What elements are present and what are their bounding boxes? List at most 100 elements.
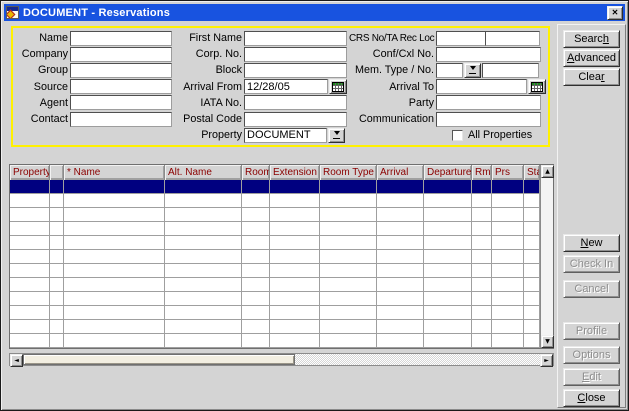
vertical-scrollbar[interactable]: ▲ ▼: [540, 165, 553, 348]
search-button[interactable]: Search: [563, 30, 620, 48]
advanced-button[interactable]: Advanced: [563, 49, 620, 67]
table-cell: [64, 278, 165, 291]
mem-type-dropdown-button[interactable]: [464, 63, 481, 78]
app-icon: [6, 6, 19, 19]
column-header-blank[interactable]: [50, 165, 64, 180]
column-header-extension[interactable]: Extension: [270, 165, 320, 180]
mem-no-input[interactable]: [482, 63, 539, 78]
table-row-selected[interactable]: [10, 180, 540, 194]
scroll-left-button[interactable]: ◄: [10, 354, 23, 367]
column-header-alt-name[interactable]: Alt. Name: [165, 165, 242, 180]
button-label: dvanced: [574, 52, 616, 64]
table-row[interactable]: [10, 264, 540, 278]
horizontal-scrollbar[interactable]: ◄ ►: [9, 353, 554, 366]
arrival-from-calendar-button[interactable]: [329, 79, 347, 94]
corp-no-input[interactable]: [244, 47, 347, 62]
arrival-from-input[interactable]: [244, 79, 328, 94]
postal-code-input[interactable]: [244, 112, 347, 127]
table-cell: [524, 264, 540, 277]
scroll-down-button[interactable]: ▼: [541, 335, 554, 348]
column-header-arrival[interactable]: Arrival: [377, 165, 424, 180]
arrival-to-label: Arrival To: [349, 81, 434, 93]
table-cell: [242, 222, 270, 235]
column-header-room[interactable]: Room: [242, 165, 270, 180]
table-row[interactable]: [10, 236, 540, 250]
column-header-departure[interactable]: Departure: [424, 165, 472, 180]
options-button: Options: [563, 346, 620, 364]
table-row[interactable]: [10, 208, 540, 222]
table-cell: [472, 292, 492, 305]
conf-cxl-no-input[interactable]: [436, 47, 541, 62]
table-cell: [472, 334, 492, 347]
table-row[interactable]: [10, 194, 540, 208]
horizontal-scroll-track[interactable]: [295, 354, 540, 365]
first-name-label: First Name: [174, 32, 242, 44]
block-input[interactable]: [244, 63, 347, 78]
table-cell: [424, 194, 472, 207]
clear-button[interactable]: Clear: [563, 68, 620, 86]
table-cell: [320, 236, 377, 249]
calendar-icon: [531, 82, 543, 92]
table-cell: [320, 222, 377, 235]
column-header-rms[interactable]: Rms: [472, 165, 492, 180]
property-dropdown-button[interactable]: [328, 128, 345, 143]
column-header-property[interactable]: Property: [10, 165, 50, 180]
table-cell: [270, 194, 320, 207]
button-label: Check In: [570, 258, 613, 270]
table-cell: [270, 334, 320, 347]
button-accesskey: r: [601, 71, 605, 83]
title-bar: DOCUMENT - Reservations ✕: [4, 4, 625, 21]
right-arrow-icon: ►: [544, 357, 549, 364]
table-cell: [50, 334, 64, 347]
column-header-name[interactable]: * Name: [64, 165, 165, 180]
communication-input[interactable]: [436, 112, 541, 127]
contact-input[interactable]: [70, 112, 172, 127]
first-name-input[interactable]: [244, 31, 347, 46]
company-input[interactable]: [70, 47, 172, 62]
table-cell: [472, 250, 492, 263]
name-input[interactable]: [70, 31, 172, 46]
horizontal-scroll-thumb[interactable]: [23, 354, 295, 365]
table-cell: [424, 320, 472, 333]
table-row[interactable]: [10, 334, 540, 348]
table-row[interactable]: [10, 306, 540, 320]
table-row[interactable]: [10, 250, 540, 264]
table-row[interactable]: [10, 320, 540, 334]
table-cell: [524, 236, 540, 249]
new-button[interactable]: New: [563, 234, 620, 252]
mem-type-input[interactable]: [436, 63, 463, 78]
table-cell: [165, 334, 242, 347]
arrival-to-calendar-button[interactable]: [528, 79, 546, 94]
arrival-to-input[interactable]: [436, 79, 527, 94]
table-row[interactable]: [10, 278, 540, 292]
table-cell: [270, 208, 320, 221]
table-row[interactable]: [10, 292, 540, 306]
table-cell: [377, 180, 424, 193]
scroll-up-button[interactable]: ▲: [541, 165, 554, 178]
crs-no-ta-rec-loc-label: CRS No/TA Rec Loc: [349, 33, 434, 44]
close-button[interactable]: Close: [563, 389, 620, 407]
dropdown-underline: [333, 138, 340, 139]
agent-label: Agent: [15, 97, 68, 109]
ta-rec-loc-input[interactable]: [485, 31, 540, 46]
table-cell: [165, 292, 242, 305]
column-header-prs[interactable]: Prs: [492, 165, 524, 180]
property-input[interactable]: [244, 128, 327, 143]
group-input[interactable]: [70, 63, 172, 78]
table-cell: [242, 320, 270, 333]
table-row[interactable]: [10, 222, 540, 236]
iata-no-input[interactable]: [244, 95, 347, 110]
scroll-right-button[interactable]: ►: [540, 354, 553, 367]
crs-no-input[interactable]: [436, 31, 486, 46]
column-header-room-type[interactable]: Room Type: [320, 165, 377, 180]
party-input[interactable]: [436, 95, 541, 110]
source-input[interactable]: [70, 79, 172, 94]
column-header-sta[interactable]: Sta: [524, 165, 540, 180]
agent-input[interactable]: [70, 95, 172, 110]
table-cell: [165, 194, 242, 207]
all-properties-checkbox[interactable]: [452, 130, 463, 141]
vertical-scroll-track[interactable]: [541, 178, 553, 335]
close-window-button[interactable]: ✕: [607, 6, 623, 20]
table-cell: [472, 180, 492, 193]
table-cell: [320, 194, 377, 207]
